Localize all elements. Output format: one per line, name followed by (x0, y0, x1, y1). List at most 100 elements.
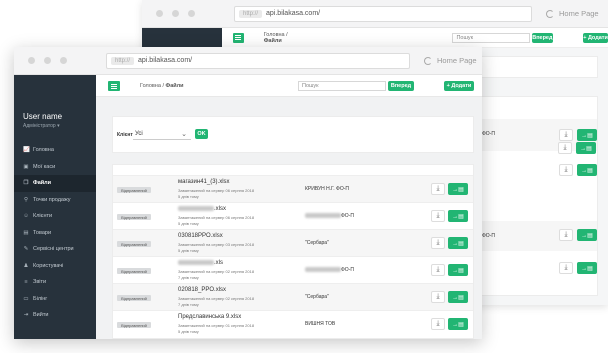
file-age: 5 днів тому (178, 220, 199, 226)
upload-date: Завантажений на сервер 03 серпня 2018 (178, 242, 255, 247)
download-icon[interactable]: ⤓ (559, 229, 573, 241)
add-button[interactable]: + Додати (583, 32, 608, 43)
send-button[interactable]: →▤ (448, 291, 468, 303)
map-pin-icon: ⚲ (23, 196, 29, 203)
sidebar-item[interactable]: ✎ Сервісні центри (14, 241, 96, 258)
client-name: ВИШНЯ ТОВ (305, 321, 335, 327)
sidebar-item[interactable]: ▣ Мої каси (14, 159, 96, 176)
close-dot[interactable] (156, 10, 163, 17)
client-name-text: КРИВУН Н.Г. ФО-П (305, 186, 350, 192)
address-bar[interactable]: http:// api.bilakasa.com/ (234, 5, 532, 22)
file-name[interactable]: магазин41_(3).xlsx (178, 179, 230, 185)
download-icon[interactable]: ⤓ (559, 262, 573, 274)
send-button[interactable]: →▤ (577, 262, 597, 274)
send-button[interactable]: →▤ (576, 142, 596, 154)
client-name: ФО-П (305, 267, 354, 273)
sidebar-item[interactable]: ♟ Користувачі (14, 258, 96, 275)
sidebar-item-label: Білінг (33, 295, 48, 302)
sidebar-item[interactable]: ▤ Товари (14, 225, 96, 242)
status-badge: Відправлений (117, 268, 151, 274)
sidebar-item[interactable]: ☺ Клієнти (14, 208, 96, 225)
client-select[interactable]: Усі ⌄ (133, 129, 191, 140)
search-button[interactable]: Вперед (388, 81, 414, 91)
upload-date: Завантажений на сервер 02 серпня 2018 (178, 296, 255, 301)
home-page-link[interactable]: Home Page (546, 9, 599, 18)
app-header: Головна / Файли Пошук Вперед + Додати (222, 28, 608, 48)
table-row: Відправлений 020818_PPO.xlsx Завантажений … (113, 283, 473, 310)
file-name[interactable]: .xls (178, 260, 223, 266)
send-button[interactable]: →▤ (577, 229, 597, 241)
sidebar-item[interactable]: ⇥ Вийти (14, 307, 96, 324)
client-name: "Сербара" (305, 240, 329, 246)
search-input[interactable]: Пошук (298, 81, 386, 91)
sidebar-item[interactable]: ▭ Білінг (14, 291, 96, 308)
url-scheme: http:// (111, 56, 135, 65)
url-text: api.bilakasa.com/ (138, 57, 193, 64)
close-dot[interactable] (28, 57, 35, 64)
file-name[interactable]: 030818PPO.xlsx (178, 233, 223, 239)
file-name[interactable]: .xlsx (178, 206, 226, 212)
client-suffix: ФО-П (482, 233, 495, 239)
sidebar-item[interactable]: ❐ Файли (14, 175, 96, 192)
chevron-down-icon: ⌄ (181, 131, 187, 138)
download-icon[interactable]: ⤓ (559, 129, 573, 141)
sidebar-item-label: Файли (33, 180, 52, 187)
send-button[interactable]: →▤ (448, 318, 468, 330)
file-list-panel: Відправлений магазин41_(3).xlsx Завантажен… (112, 164, 474, 339)
file-name[interactable]: 020818_PPO.xlsx (178, 287, 226, 293)
home-page-link[interactable]: Home Page (424, 56, 477, 65)
sidebar-nav: 📈 Головна ▣ Мої каси ❐ Файли ⚲ Точки продажу ☺ Кл… (14, 142, 96, 324)
ok-button[interactable]: OK (195, 129, 208, 139)
minimize-dot[interactable] (44, 57, 51, 64)
file-meta: Завантажений на сервер 06 серпня 2018 5 д… (178, 215, 254, 226)
file-meta: Завантажений на сервер 01 серпня 2018 5 д… (178, 323, 254, 334)
menu-toggle-button[interactable] (108, 81, 120, 91)
minimize-dot[interactable] (172, 10, 179, 17)
breadcrumb-separator: / (286, 31, 288, 38)
breadcrumb-home[interactable]: Головна (140, 83, 161, 89)
download-icon[interactable]: ⤓ (559, 164, 573, 176)
file-name[interactable]: Предславинська 9.xlsx (178, 314, 241, 320)
search-button[interactable]: Вперед (531, 32, 554, 43)
maximize-dot[interactable] (60, 57, 67, 64)
send-button[interactable]: →▤ (448, 237, 468, 249)
download-icon[interactable]: ⤓ (431, 318, 445, 330)
file-name-text: 020818_PPO.xlsx (178, 287, 227, 293)
reload-icon (424, 56, 432, 65)
breadcrumb-current: Файли (165, 83, 184, 89)
download-icon[interactable]: ⤓ (431, 210, 445, 222)
sidebar-item-label: Вийти (33, 312, 49, 319)
file-name-text: Предславинська 9.xlsx (178, 314, 242, 320)
maximize-dot[interactable] (188, 10, 195, 17)
send-button[interactable]: →▤ (577, 164, 597, 176)
table-row: Відправлений магазин41_(3).xlsx Завантажен… (113, 175, 473, 202)
user-role-dropdown[interactable]: Адміністратор ▾ (23, 123, 60, 129)
download-icon[interactable]: ⤓ (431, 183, 445, 195)
menu-toggle-button[interactable] (233, 32, 244, 43)
breadcrumb-separator: / (162, 83, 164, 89)
download-icon[interactable]: ⤓ (558, 142, 572, 154)
download-icon[interactable]: ⤓ (431, 291, 445, 303)
breadcrumb: Головна / Файли (264, 32, 303, 44)
upload-date: Завантажений на сервер 02 серпня 2018 (178, 269, 255, 274)
sidebar-item[interactable]: ≡ Звіти (14, 274, 96, 291)
address-bar[interactable]: http:// api.bilakasa.com/ (106, 52, 410, 69)
sidebar-item[interactable]: 📈 Головна (14, 142, 96, 159)
download-icon[interactable]: ⤓ (431, 264, 445, 276)
client-name-text: ВИШНЯ ТОВ (305, 321, 336, 327)
reports-icon: ≡ (24, 279, 28, 286)
send-button[interactable]: →▤ (448, 210, 468, 222)
sidebar-item[interactable]: ⚲ Точки продажу (14, 192, 96, 209)
send-button[interactable]: →▤ (448, 264, 468, 276)
download-icon[interactable]: ⤓ (431, 237, 445, 249)
client-select-value: Усі (135, 131, 143, 137)
status-badge: Відправлений (117, 241, 151, 247)
add-button[interactable]: + Додати (444, 81, 474, 91)
sidebar-item-label: Головна (33, 147, 54, 154)
send-button[interactable]: →▤ (577, 129, 597, 141)
file-meta: Завантажений на сервер 02 серпня 2018 7 д… (178, 269, 254, 280)
search-input[interactable]: Пошук (452, 32, 530, 43)
client-name-text: "Сербара" (305, 240, 329, 246)
send-button[interactable]: →▤ (448, 183, 468, 195)
status-badge: Відправлений (117, 214, 151, 220)
